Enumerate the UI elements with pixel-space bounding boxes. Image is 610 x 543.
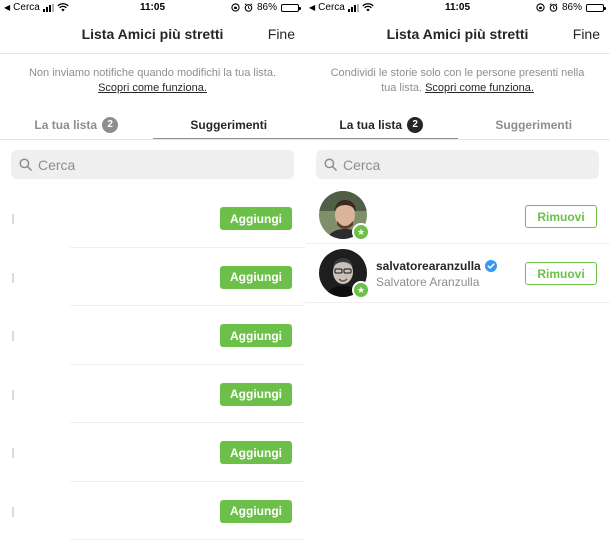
list-item: Aggiungi (0, 423, 305, 482)
alarm-icon (549, 3, 558, 12)
avatar (12, 389, 14, 400)
count-badge: 2 (407, 117, 424, 133)
status-bar: ◀ Cerca 11:05 86% (0, 0, 305, 16)
search-bar[interactable] (11, 150, 294, 179)
battery-icon (281, 3, 301, 12)
list-item: Aggiungi (0, 189, 305, 248)
avatar (12, 506, 14, 517)
avatar (12, 214, 14, 224)
tab-your-list[interactable]: La tua lista 2 (0, 110, 153, 140)
info-text: Condividi le storie solo con le persone … (325, 66, 590, 96)
divider (70, 539, 305, 540)
avatar (12, 331, 14, 341)
list-item[interactable]: ★ salvatorearanzulla Salvatore Aranzulla… (305, 244, 610, 303)
rotation-lock-icon (536, 3, 545, 12)
done-button[interactable]: Fine (268, 26, 295, 42)
page-title: Lista Amici più stretti (386, 26, 529, 42)
suggestions-list: Aggiungi Aggiungi Aggiungi Aggiungi Aggi… (0, 189, 305, 540)
search-icon (324, 158, 337, 171)
alarm-icon (244, 3, 253, 12)
divider (305, 139, 610, 140)
tab-label: Suggerimenti (190, 118, 268, 132)
list-item: Aggiungi (0, 248, 305, 306)
search-input[interactable] (343, 156, 583, 173)
nav-bar: Lista Amici più stretti Fine (305, 16, 610, 54)
remove-button[interactable]: Rimuovi (525, 205, 597, 228)
star-icon: ★ (352, 281, 370, 299)
tab-bar: La tua lista 2 Suggerimenti (305, 110, 610, 140)
tab-your-list[interactable]: La tua lista 2 (305, 110, 458, 140)
tab-suggestions[interactable]: Suggerimenti (152, 110, 306, 140)
search-input[interactable] (38, 156, 278, 173)
done-button[interactable]: Fine (573, 26, 600, 42)
star-icon: ★ (352, 223, 370, 241)
avatar (12, 272, 14, 283)
info-message: Non inviamo notifiche quando modifichi l… (28, 67, 277, 79)
list-item: Aggiungi (0, 482, 305, 540)
add-button[interactable]: Aggiungi (220, 382, 292, 406)
verified-badge-icon (484, 260, 497, 272)
status-bar: ◀ Cerca 11:05 86% (305, 0, 610, 16)
rotation-lock-icon (231, 3, 240, 12)
tab-suggestions[interactable]: Suggerimenti (458, 110, 610, 140)
tab-label: Suggerimenti (495, 118, 573, 132)
info-text: Non inviamo notifiche quando modifichi l… (20, 66, 285, 96)
tab-label: La tua lista (339, 118, 403, 132)
battery-icon (586, 3, 606, 12)
learn-more-link[interactable]: Scopri come funziona. (98, 82, 207, 94)
search-bar[interactable] (316, 150, 599, 179)
add-button[interactable]: Aggiungi (220, 207, 292, 230)
full-name: Salvatore Aranzulla (376, 275, 480, 289)
page-title: Lista Amici più stretti (81, 26, 224, 42)
screen-suggestions: ◀ Cerca 11:05 86% Lista Amici più strett… (0, 0, 305, 543)
add-button[interactable]: Aggiungi (220, 499, 292, 523)
avatar (12, 448, 14, 458)
divider (0, 139, 305, 140)
remove-button[interactable]: Rimuovi (525, 262, 597, 285)
close-friends-list: ★ Rimuovi ★ salvatorearanzulla Salvatore… (305, 186, 610, 303)
tab-label: La tua lista (34, 118, 98, 132)
count-badge: 2 (102, 117, 119, 133)
battery-percent: 86% (561, 2, 582, 13)
add-button[interactable]: Aggiungi (220, 324, 292, 347)
search-icon (19, 158, 32, 171)
list-item: Aggiungi (0, 365, 305, 423)
add-button[interactable]: Aggiungi (220, 265, 292, 289)
list-item[interactable]: ★ Rimuovi (305, 186, 610, 244)
screen-your-list: ◀ Cerca 11:05 86% Lista Amici più strett… (305, 0, 610, 543)
list-item: Aggiungi (0, 306, 305, 365)
username[interactable]: salvatorearanzulla (376, 259, 481, 273)
add-button[interactable]: Aggiungi (220, 441, 292, 464)
tab-bar: La tua lista 2 Suggerimenti (0, 110, 305, 140)
learn-more-link[interactable]: Scopri come funziona. (425, 82, 534, 94)
nav-bar: Lista Amici più stretti Fine (0, 16, 305, 54)
battery-percent: 86% (256, 2, 277, 13)
